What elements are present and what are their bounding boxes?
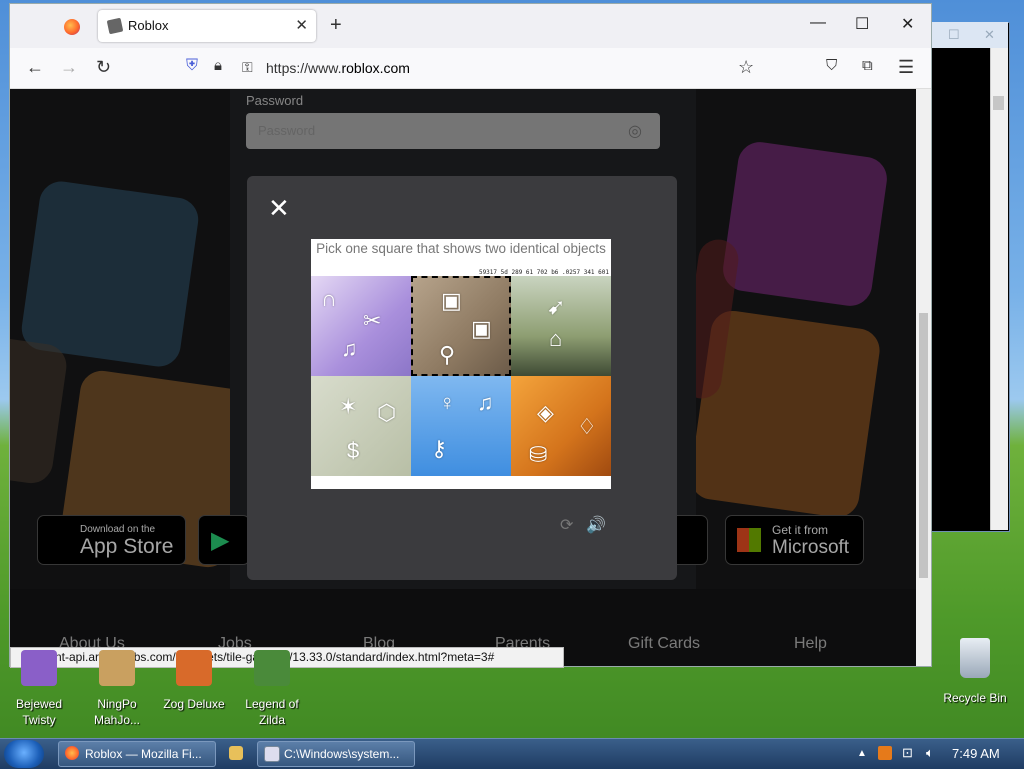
card-icon: ▣: [441, 288, 462, 313]
new-tab-button[interactable]: +: [330, 14, 342, 37]
page-scroll-thumb[interactable]: [919, 313, 928, 578]
forward-icon[interactable]: →: [60, 57, 78, 78]
captcha-tile-4[interactable]: ✶ ⬡ $: [311, 376, 411, 476]
desktop-icon-ningpo[interactable]: NingPo MahJo...: [82, 650, 152, 728]
menu-icon[interactable]: ☰: [898, 57, 914, 78]
url-domain: roblox.com: [341, 60, 410, 76]
zog-icon: [176, 650, 212, 686]
volume-icon[interactable]: 🔈︎: [926, 745, 934, 761]
tab-roblox[interactable]: Roblox ✕: [98, 10, 316, 42]
console-scrollbar[interactable]: [990, 48, 1008, 530]
tab-bar: Roblox ✕ + — ☐ ✕: [10, 4, 931, 48]
browser-window: Roblox ✕ + — ☐ ✕ ← → ↻ ⛨ 🔒︎ ⚿ https://ww…: [10, 4, 931, 666]
url-bar[interactable]: https://www.roblox.com: [266, 60, 410, 76]
firefox-tab[interactable]: [50, 12, 94, 42]
clock[interactable]: 7:49 AM: [952, 746, 1000, 761]
reload-icon[interactable]: ↻: [96, 57, 111, 78]
bag-icon: ⛁: [529, 442, 548, 467]
firefox-icon: [65, 746, 79, 760]
desktop-icon-label: Bejewed Twisty: [15, 697, 63, 727]
bookmark-star-icon[interactable]: ☆: [738, 57, 754, 78]
key-icon[interactable]: ⚿: [242, 59, 253, 76]
close-button[interactable]: ✕: [901, 14, 914, 34]
taskbar-item-label: Roblox — Mozilla Fi...: [85, 747, 202, 761]
extensions-icon[interactable]: ⧉: [862, 57, 873, 74]
pocket-icon[interactable]: ⛉: [826, 57, 837, 74]
captcha-tile-2[interactable]: ▣ ▣ ⚲: [411, 276, 511, 376]
tray-app-icon[interactable]: [878, 746, 892, 760]
desktop-icon-label: Recycle Bin: [943, 691, 1007, 705]
tab-close-icon[interactable]: ✕: [295, 16, 308, 34]
folder-icon: [229, 746, 243, 760]
recycle-bin-icon: [960, 638, 990, 678]
captcha-close-icon[interactable]: ✕: [268, 193, 290, 224]
desktop-icon-bejewed[interactable]: Bejewed Twisty: [4, 650, 74, 728]
captcha-challenge-id: 59317 5d 289 61 702 b6 .0257 341 601: [478, 269, 609, 276]
tab-title: Roblox: [128, 18, 169, 33]
basket-icon: ⌂: [549, 326, 563, 351]
desktop-icon-recycle-bin[interactable]: Recycle Bin: [940, 638, 1010, 706]
maximize-button[interactable]: ☐: [855, 14, 869, 34]
tray-expand-icon[interactable]: ▲: [857, 748, 867, 759]
rocket-icon: ➹: [547, 294, 566, 319]
minimize-button[interactable]: —: [810, 14, 826, 32]
taskbar-item-explorer[interactable]: [224, 741, 248, 767]
money-bag-icon: $: [347, 438, 360, 463]
zilda-icon: [254, 650, 290, 686]
console-titlebar[interactable]: ☐ ✕: [930, 22, 1008, 48]
captcha-challenge: Pick one square that shows two identical…: [311, 239, 611, 489]
captcha-reload-icon[interactable]: ⟳: [560, 515, 573, 535]
scissors-icon: ✂: [363, 308, 382, 333]
bejewed-icon: [21, 650, 57, 686]
taskbar-item-label: C:\Windows\system...: [284, 747, 400, 761]
pin-icon: ⚲: [439, 342, 456, 367]
roblox-page: Password Password ◎ Download on the App …: [10, 89, 916, 666]
glass-icon: ♢: [577, 414, 597, 439]
desktop-icon-label: Legend of Zilda: [245, 697, 299, 727]
console-close-icon[interactable]: ✕: [984, 27, 995, 43]
console-maximize-icon[interactable]: ☐: [948, 27, 960, 43]
desktop-icon-zilda[interactable]: Legend of Zilda: [237, 650, 307, 728]
shield-icon[interactable]: ⛨: [186, 57, 198, 75]
lock-icon[interactable]: 🔒︎: [214, 57, 222, 74]
captcha-tile-6[interactable]: ◈ ♢ ⛁: [511, 376, 611, 476]
desktop-icon-label: Zog Deluxe: [163, 697, 225, 711]
ningpo-icon: [99, 650, 135, 686]
nav-bar: ← → ↻ ⛨ 🔒︎ ⚿ https://www.roblox.com ☆ ⛉ …: [10, 48, 931, 89]
desktop-icon-zog[interactable]: Zog Deluxe: [159, 650, 229, 712]
bottle-icon: ♀: [439, 390, 456, 415]
start-button[interactable]: [4, 740, 44, 768]
console-icon: [264, 746, 280, 762]
desktop-icon-label: NingPo MahJo...: [93, 697, 141, 727]
roblox-favicon-icon: [106, 17, 124, 35]
network-icon[interactable]: ⊡: [902, 745, 913, 761]
magnet-icon: ∩: [321, 286, 337, 311]
captcha-tile-1[interactable]: ∩ ✂ ♫: [311, 276, 411, 376]
note-icon: ♫: [477, 390, 494, 415]
taskbar-item-console[interactable]: C:\Windows\system...: [257, 741, 415, 767]
back-icon[interactable]: ←: [26, 57, 44, 78]
bell-icon: ♫: [341, 336, 358, 361]
captcha-question: Pick one square that shows two identical…: [316, 241, 606, 256]
console-scroll-thumb[interactable]: [993, 96, 1004, 110]
card-icon: ▣: [471, 316, 492, 341]
box-icon: ◈: [537, 400, 554, 425]
url-prefix: https://www.: [266, 60, 342, 76]
taskbar: Roblox — Mozilla Fi... C:\Windows\system…: [0, 738, 1024, 769]
captcha-tile-3[interactable]: ➹ ⌂: [511, 276, 611, 376]
captcha-audio-icon[interactable]: 🔊: [586, 515, 606, 535]
firefox-icon: [64, 19, 80, 35]
key-icon: ⚷: [431, 436, 448, 461]
cube-icon: ⬡: [377, 400, 397, 425]
star-icon: ✶: [339, 394, 358, 419]
captcha-tile-5[interactable]: ♀ ♫ ⚷: [411, 376, 511, 476]
taskbar-item-firefox[interactable]: Roblox — Mozilla Fi...: [58, 741, 216, 767]
